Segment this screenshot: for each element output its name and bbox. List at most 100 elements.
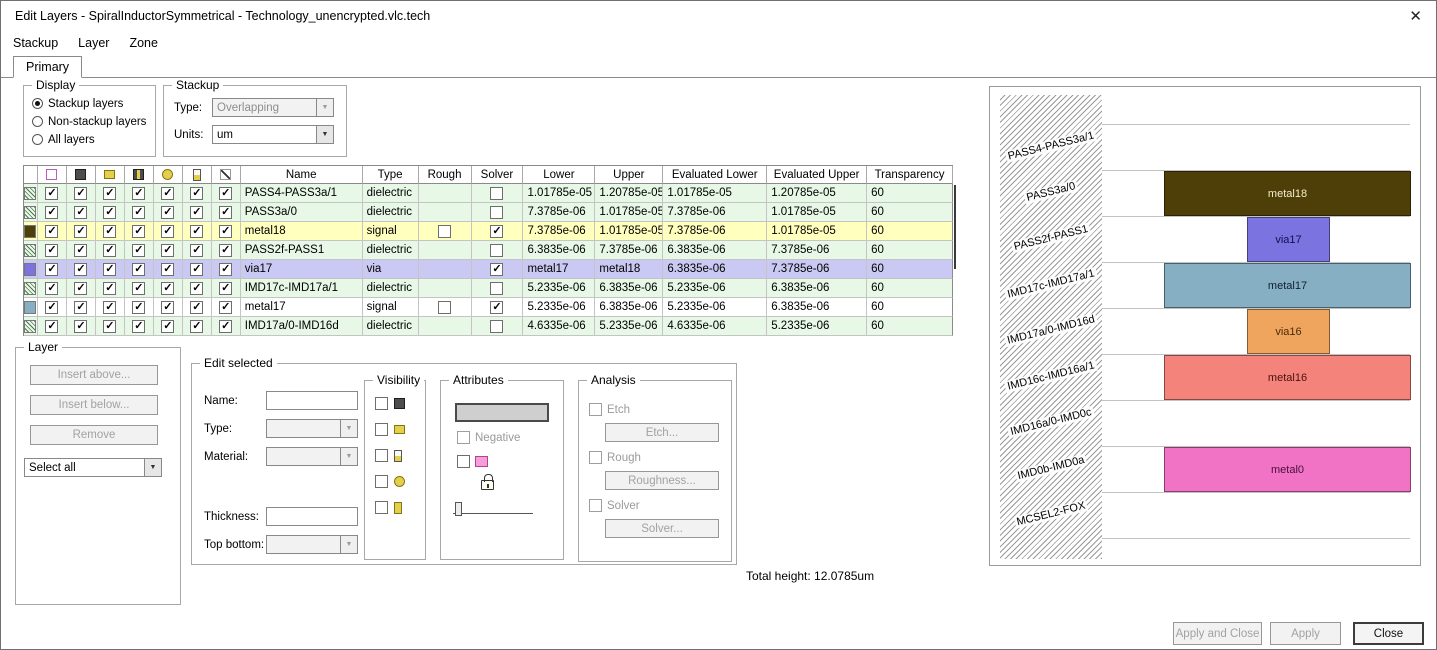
visibility-checkbox[interactable]: ✓ bbox=[190, 281, 204, 295]
solver-checkbox[interactable] bbox=[490, 243, 504, 257]
column-header[interactable]: Evaluated Upper bbox=[767, 166, 868, 184]
table-row[interactable]: ✓ ✓ ✓ ✓ ✓ ✓ ✓ IMD17a/0-IMD16d dielectric 4.6335e-… bbox=[24, 317, 954, 336]
table-row[interactable]: ✓ ✓ ✓ ✓ ✓ ✓ ✓ PASS3a/0 dielectric 7.3785e-06 1.017… bbox=[24, 203, 954, 222]
rough-checkbox[interactable] bbox=[438, 224, 452, 238]
visibility-checkbox[interactable] bbox=[375, 397, 388, 410]
layer-block-via17[interactable]: via17 bbox=[1247, 217, 1330, 262]
column-header[interactable]: Rough bbox=[418, 166, 472, 184]
transparency-slider[interactable] bbox=[453, 501, 533, 518]
visibility-checkbox[interactable]: ✓ bbox=[74, 300, 88, 314]
solver-checkbox[interactable] bbox=[490, 205, 504, 219]
visibility-checkbox[interactable]: ✓ bbox=[45, 243, 59, 257]
column-header-holes-icon[interactable] bbox=[153, 166, 183, 184]
visibility-checkbox[interactable]: ✓ bbox=[219, 281, 233, 295]
radio-icon[interactable] bbox=[32, 134, 43, 145]
visibility-checkbox[interactable]: ✓ bbox=[132, 205, 146, 219]
visibility-checkbox[interactable]: ✓ bbox=[219, 300, 233, 314]
menu-item-stackup[interactable]: Stackup bbox=[3, 33, 68, 53]
visibility-checkbox[interactable]: ✓ bbox=[74, 186, 88, 200]
visibility-checkbox[interactable]: ✓ bbox=[219, 205, 233, 219]
visibility-checkbox[interactable]: ✓ bbox=[161, 319, 175, 333]
solver-checkbox[interactable]: ✓ bbox=[490, 300, 504, 314]
solver-checkbox[interactable] bbox=[490, 281, 504, 295]
pattern-checkbox[interactable] bbox=[457, 455, 470, 468]
visibility-checkbox[interactable]: ✓ bbox=[74, 205, 88, 219]
menu-item-zone[interactable]: Zone bbox=[119, 33, 168, 53]
visibility-checkbox[interactable]: ✓ bbox=[45, 319, 59, 333]
slider-handle[interactable] bbox=[455, 502, 462, 516]
visibility-checkbox[interactable]: ✓ bbox=[219, 262, 233, 276]
visibility-checkbox[interactable]: ✓ bbox=[219, 224, 233, 238]
chevron-down-icon[interactable]: ▼ bbox=[316, 126, 333, 143]
units-combo[interactable]: um ▼ bbox=[212, 125, 334, 144]
visibility-checkbox[interactable]: ✓ bbox=[161, 186, 175, 200]
visibility-checkbox[interactable]: ✓ bbox=[190, 300, 204, 314]
table-row[interactable]: ✓ ✓ ✓ ✓ ✓ ✓ ✓ PASS2f-PASS1 dielectric 6.3835e-06 7… bbox=[24, 241, 954, 260]
menu-item-layer[interactable]: Layer bbox=[68, 33, 119, 53]
visibility-checkbox[interactable]: ✓ bbox=[132, 243, 146, 257]
column-header-pins-icon[interactable] bbox=[124, 166, 154, 184]
visibility-checkbox[interactable]: ✓ bbox=[45, 224, 59, 238]
visibility-checkbox[interactable]: ✓ bbox=[190, 319, 204, 333]
visibility-checkbox[interactable]: ✓ bbox=[45, 186, 59, 200]
visibility-checkbox[interactable] bbox=[375, 423, 388, 436]
column-header-vias-icon[interactable] bbox=[95, 166, 125, 184]
visibility-checkbox[interactable]: ✓ bbox=[219, 243, 233, 257]
visibility-checkbox[interactable]: ✓ bbox=[132, 186, 146, 200]
layer-block-metal0[interactable]: metal0 bbox=[1164, 447, 1411, 492]
visibility-checkbox[interactable]: ✓ bbox=[74, 281, 88, 295]
column-header-text-icon[interactable] bbox=[182, 166, 212, 184]
name-input[interactable] bbox=[266, 391, 358, 410]
visibility-checkbox[interactable]: ✓ bbox=[161, 224, 175, 238]
layer-block-via16[interactable]: via16 bbox=[1247, 309, 1330, 354]
solver-checkbox[interactable] bbox=[490, 319, 504, 333]
visibility-checkbox[interactable]: ✓ bbox=[103, 224, 117, 238]
visibility-checkbox[interactable]: ✓ bbox=[132, 300, 146, 314]
layer-block-metal18[interactable]: metal18 bbox=[1164, 171, 1411, 216]
solver-checkbox[interactable]: ✓ bbox=[490, 262, 504, 276]
close-button[interactable]: Close bbox=[1353, 622, 1424, 645]
layer-block-metal16[interactable]: metal16 bbox=[1164, 355, 1411, 400]
visibility-checkbox[interactable] bbox=[375, 501, 388, 514]
table-row[interactable]: ✓ ✓ ✓ ✓ ✓ ✓ ✓ IMD17c-IMD17a/1 dielectric 5.2335e-… bbox=[24, 279, 954, 298]
tab-primary[interactable]: Primary bbox=[13, 56, 83, 78]
visibility-checkbox[interactable]: ✓ bbox=[103, 281, 117, 295]
radio-icon[interactable] bbox=[32, 98, 43, 109]
visibility-checkbox[interactable]: ✓ bbox=[161, 281, 175, 295]
visibility-checkbox[interactable]: ✓ bbox=[103, 243, 117, 257]
select-all-combo[interactable]: Select all ▼ bbox=[24, 458, 162, 477]
solver-checkbox[interactable] bbox=[490, 186, 504, 200]
column-header[interactable]: Upper bbox=[595, 166, 664, 184]
visibility-checkbox[interactable]: ✓ bbox=[74, 262, 88, 276]
visibility-checkbox[interactable]: ✓ bbox=[161, 205, 175, 219]
visibility-checkbox[interactable]: ✓ bbox=[74, 319, 88, 333]
rough-checkbox[interactable] bbox=[438, 300, 452, 314]
column-header-shapes-icon[interactable] bbox=[66, 166, 96, 184]
visibility-checkbox[interactable]: ✓ bbox=[45, 300, 59, 314]
visibility-checkbox[interactable]: ✓ bbox=[45, 281, 59, 295]
visibility-checkbox[interactable]: ✓ bbox=[103, 300, 117, 314]
display-option[interactable]: All layers bbox=[32, 132, 155, 147]
layer-block-metal17[interactable]: metal17 bbox=[1164, 263, 1411, 308]
visibility-checkbox[interactable]: ✓ bbox=[190, 243, 204, 257]
column-header-drawing-icon[interactable] bbox=[37, 166, 67, 184]
visibility-checkbox[interactable]: ✓ bbox=[132, 262, 146, 276]
column-header-bondwires-icon[interactable] bbox=[211, 166, 241, 184]
visibility-checkbox[interactable]: ✓ bbox=[161, 300, 175, 314]
visibility-checkbox[interactable]: ✓ bbox=[103, 319, 117, 333]
table-row[interactable]: ✓ ✓ ✓ ✓ ✓ ✓ ✓ PASS4-PASS3a/1 dielectric 1.01785e-… bbox=[24, 184, 954, 203]
display-option[interactable]: Non-stackup layers bbox=[32, 114, 155, 129]
visibility-checkbox[interactable]: ✓ bbox=[74, 224, 88, 238]
thickness-input[interactable] bbox=[266, 507, 358, 526]
column-header[interactable]: Evaluated Lower bbox=[663, 166, 768, 184]
visibility-checkbox[interactable]: ✓ bbox=[45, 205, 59, 219]
column-header[interactable]: Solver bbox=[471, 166, 524, 184]
visibility-checkbox[interactable]: ✓ bbox=[103, 262, 117, 276]
visibility-checkbox[interactable]: ✓ bbox=[103, 186, 117, 200]
visibility-checkbox[interactable]: ✓ bbox=[132, 281, 146, 295]
visibility-checkbox[interactable]: ✓ bbox=[190, 224, 204, 238]
column-header[interactable]: Lower bbox=[523, 166, 596, 184]
visibility-checkbox[interactable] bbox=[375, 449, 388, 462]
solver-checkbox[interactable]: ✓ bbox=[490, 224, 504, 238]
visibility-checkbox[interactable]: ✓ bbox=[103, 205, 117, 219]
